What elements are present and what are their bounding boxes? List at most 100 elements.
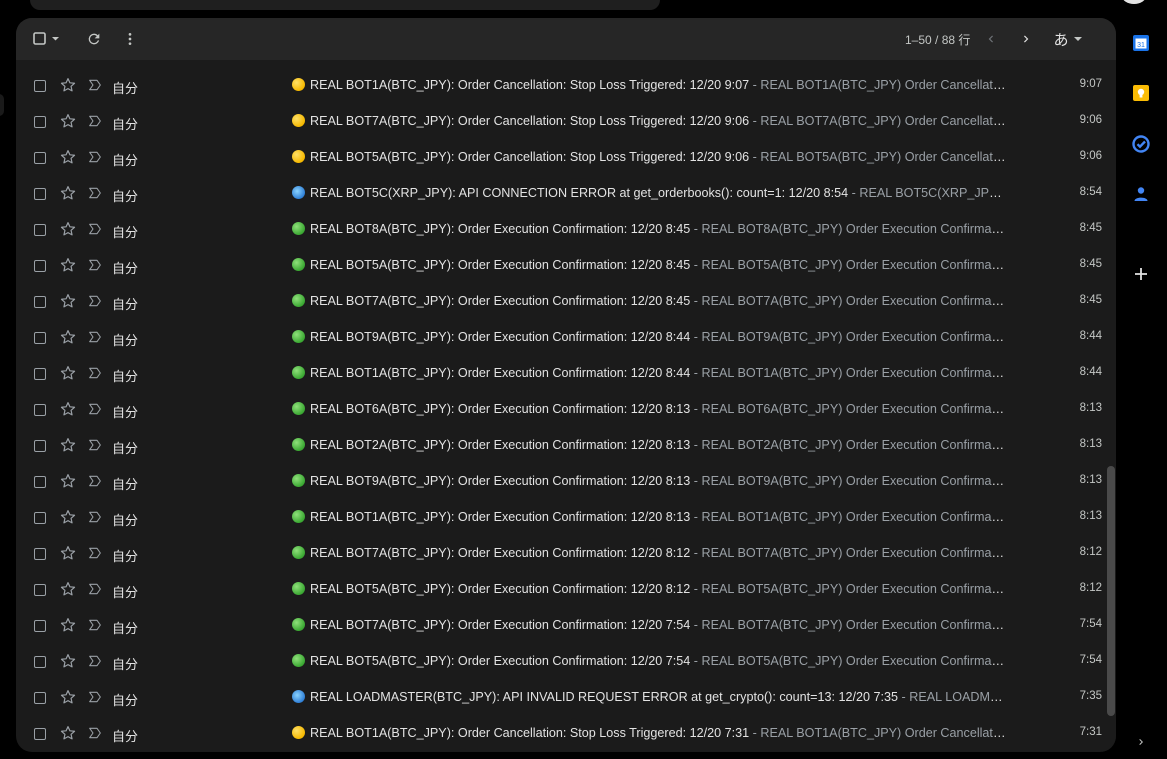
email-row[interactable]: 自分 REAL BOT9A(BTC_JPY): Order Execution C… — [16, 320, 1102, 356]
email-row[interactable]: 自分 REAL BOT5C(XRP_JPY): API CONNECTION ER… — [16, 176, 1102, 212]
row-checkbox[interactable] — [34, 188, 46, 200]
email-time: 8:12 — [1079, 582, 1102, 594]
row-checkbox[interactable] — [34, 548, 46, 560]
star-icon[interactable] — [59, 292, 77, 310]
refresh-button[interactable] — [84, 29, 104, 49]
email-row[interactable]: 自分 REAL BOT9A(BTC_JPY): Order Execution C… — [16, 464, 1102, 500]
sender-name: 自分 — [112, 406, 139, 421]
email-time: 8:12 — [1079, 546, 1102, 558]
email-row[interactable]: 自分 REAL BOT1A(BTC_JPY): Order Cancellatio… — [16, 716, 1102, 752]
keep-icon[interactable] — [1130, 82, 1152, 104]
row-checkbox[interactable] — [34, 80, 46, 92]
pagination-text[interactable]: 1–50 / 88 行 — [905, 31, 970, 48]
email-row[interactable]: 自分 REAL LOADMASTER(BTC_JPY): API INVALID … — [16, 680, 1102, 716]
star-icon[interactable] — [59, 616, 77, 634]
email-row[interactable]: 自分 REAL BOT8A(BTC_JPY): Order Execution C… — [16, 212, 1102, 248]
row-checkbox[interactable] — [34, 404, 46, 416]
contacts-icon[interactable] — [1130, 183, 1152, 205]
email-time: 8:45 — [1079, 222, 1102, 234]
importance-marker-icon[interactable] — [87, 293, 103, 309]
star-icon[interactable] — [59, 400, 77, 418]
more-options-button[interactable] — [120, 29, 140, 49]
email-row[interactable]: 自分 REAL BOT1A(BTC_JPY): Order Execution C… — [16, 500, 1102, 536]
input-tools-button[interactable]: あ — [1050, 28, 1086, 50]
importance-marker-icon[interactable] — [87, 509, 103, 525]
importance-marker-icon[interactable] — [87, 329, 103, 345]
prev-page-button[interactable] — [981, 29, 1001, 49]
star-icon[interactable] — [59, 184, 77, 202]
expand-icon[interactable] — [1130, 731, 1152, 753]
row-checkbox[interactable] — [34, 332, 46, 344]
email-row[interactable]: 自分 REAL BOT1A(BTC_JPY): Order Execution C… — [16, 356, 1102, 392]
importance-marker-icon[interactable] — [87, 725, 103, 741]
email-row[interactable]: 自分 REAL BOT7A(BTC_JPY): Order Execution C… — [16, 284, 1102, 320]
importance-marker-icon[interactable] — [87, 581, 103, 597]
importance-marker-icon[interactable] — [87, 257, 103, 273]
star-icon[interactable] — [59, 256, 77, 274]
row-checkbox[interactable] — [34, 620, 46, 632]
importance-marker-icon[interactable] — [87, 77, 103, 93]
importance-marker-icon[interactable] — [87, 437, 103, 453]
star-icon[interactable] — [59, 508, 77, 526]
email-row[interactable]: 自分 REAL BOT7A(BTC_JPY): Order Execution C… — [16, 536, 1102, 572]
row-checkbox[interactable] — [34, 260, 46, 272]
importance-marker-icon[interactable] — [87, 689, 103, 705]
row-checkbox[interactable] — [34, 692, 46, 704]
star-icon[interactable] — [59, 220, 77, 238]
star-icon[interactable] — [59, 76, 77, 94]
importance-marker-icon[interactable] — [87, 185, 103, 201]
importance-marker-icon[interactable] — [87, 113, 103, 129]
row-checkbox[interactable] — [34, 476, 46, 488]
next-page-button[interactable] — [1016, 29, 1036, 49]
row-checkbox[interactable] — [34, 656, 46, 668]
email-row[interactable]: 自分 REAL BOT5A(BTC_JPY): Order Execution C… — [16, 644, 1102, 680]
star-icon[interactable] — [59, 652, 77, 670]
calendar-icon[interactable]: 31 — [1130, 32, 1152, 54]
green-circle-icon — [292, 474, 305, 487]
email-row[interactable]: 自分 REAL BOT6A(BTC_JPY): Order Execution C… — [16, 392, 1102, 428]
row-checkbox[interactable] — [34, 440, 46, 452]
calendar-day: 31 — [1137, 42, 1145, 49]
star-icon[interactable] — [59, 580, 77, 598]
email-row[interactable]: 自分 REAL BOT5A(BTC_JPY): Order Cancellatio… — [16, 140, 1102, 176]
importance-marker-icon[interactable] — [87, 221, 103, 237]
star-icon[interactable] — [59, 724, 77, 742]
importance-marker-icon[interactable] — [87, 617, 103, 633]
row-checkbox[interactable] — [34, 224, 46, 236]
importance-marker-icon[interactable] — [87, 149, 103, 165]
star-icon[interactable] — [59, 688, 77, 706]
email-time: 8:13 — [1079, 510, 1102, 522]
row-checkbox[interactable] — [34, 152, 46, 164]
email-row[interactable]: 自分 REAL BOT7A(BTC_JPY): Order Execution C… — [16, 608, 1102, 644]
row-checkbox[interactable] — [34, 296, 46, 308]
row-checkbox[interactable] — [34, 728, 46, 740]
star-icon[interactable] — [59, 148, 77, 166]
add-icon[interactable] — [1130, 263, 1152, 285]
star-icon[interactable] — [59, 112, 77, 130]
green-circle-icon — [292, 294, 305, 307]
importance-marker-icon[interactable] — [87, 365, 103, 381]
star-icon[interactable] — [59, 436, 77, 454]
email-row[interactable]: 自分 REAL BOT1A(BTC_JPY): Order Cancellatio… — [16, 68, 1102, 104]
email-row[interactable]: 自分 REAL BOT5A(BTC_JPY): Order Execution C… — [16, 248, 1102, 284]
tasks-icon[interactable] — [1130, 133, 1152, 155]
row-checkbox[interactable] — [34, 584, 46, 596]
row-checkbox[interactable] — [34, 512, 46, 524]
email-row[interactable]: 自分 REAL BOT2A(BTC_JPY): Order Execution C… — [16, 428, 1102, 464]
star-icon[interactable] — [59, 472, 77, 490]
importance-marker-icon[interactable] — [87, 653, 103, 669]
scrollbar-thumb[interactable] — [1107, 466, 1115, 716]
email-row[interactable]: 自分 REAL BOT5A(BTC_JPY): Order Execution C… — [16, 572, 1102, 608]
star-icon[interactable] — [59, 364, 77, 382]
importance-marker-icon[interactable] — [87, 545, 103, 561]
row-checkbox[interactable] — [34, 368, 46, 380]
email-subject: REAL BOT5A(BTC_JPY): Order Cancellation:… — [310, 150, 750, 164]
row-checkbox[interactable] — [34, 116, 46, 128]
star-icon[interactable] — [59, 544, 77, 562]
star-icon[interactable] — [59, 328, 77, 346]
email-row[interactable]: 自分 REAL BOT7A(BTC_JPY): Order Cancellatio… — [16, 104, 1102, 140]
importance-marker-icon[interactable] — [87, 401, 103, 417]
select-all-checkbox[interactable] — [30, 30, 64, 48]
importance-marker-icon[interactable] — [87, 473, 103, 489]
email-subject: REAL BOT1A(BTC_JPY): Order Execution Con… — [310, 510, 691, 524]
